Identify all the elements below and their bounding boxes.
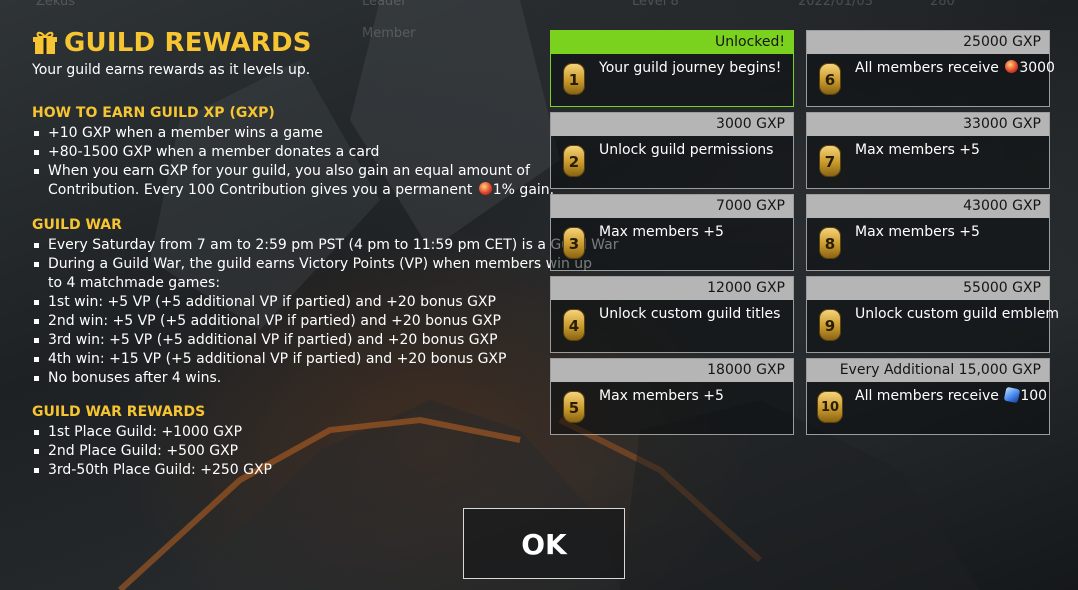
level-badge-icon: 3 xyxy=(563,227,585,259)
gift-icon xyxy=(33,31,57,54)
reward-card-header: Unlocked! xyxy=(551,31,793,54)
reward-card-level-6: 25000 GXP 6 All members receive 3000 xyxy=(806,30,1055,107)
reward-card-header: 33000 GXP xyxy=(807,113,1049,136)
reward-card-header: 12000 GXP xyxy=(551,277,793,300)
page-title: GUILD REWARDS xyxy=(64,28,312,58)
reward-description: Max members +5 xyxy=(855,224,980,240)
level-badge-icon: 7 xyxy=(819,145,841,177)
reward-card-level-7: 33000 GXP 7 Max members +5 xyxy=(806,112,1050,189)
list-item: 3rd-50th Place Guild: +250 GXP xyxy=(32,461,272,480)
reward-card-level-5: 18000 GXP 5 Max members +5 xyxy=(550,358,794,435)
reward-amount: 3000 xyxy=(1019,60,1055,76)
background-faded-text: Zekus xyxy=(36,0,76,9)
reward-description: Unlock custom guild emblem xyxy=(855,306,1059,322)
reward-card-header: 43000 GXP xyxy=(807,195,1049,218)
section-title-how-to-earn: HOW TO EARN GUILD XP (GXP) xyxy=(32,105,275,121)
section-title-guild-war: GUILD WAR xyxy=(32,217,122,233)
list-item: No bonuses after 4 wins. xyxy=(32,369,618,388)
list-item: When you earn GXP for your guild, you al… xyxy=(32,162,554,200)
guild-war-list: Every Saturday from 7 am to 2:59 pm PST … xyxy=(32,236,618,388)
list-item-text: 1% gain. xyxy=(492,182,555,198)
how-to-earn-list: +10 GXP when a member wins a game +80-15… xyxy=(32,124,554,200)
reward-card-header: 7000 GXP xyxy=(551,195,793,218)
level-badge-icon: 1 xyxy=(563,63,585,95)
list-item-text: During a Guild War, the guild earns Vict… xyxy=(48,256,593,272)
list-item: +80-1500 GXP when a member donates a car… xyxy=(32,143,554,162)
section-title-guild-war-rewards: GUILD WAR REWARDS xyxy=(32,404,206,420)
level-badge-icon: 4 xyxy=(563,309,585,341)
reward-description: Max members +5 xyxy=(599,388,724,404)
level-badge-icon: 6 xyxy=(819,63,841,95)
blue-crystal-icon xyxy=(1004,386,1021,404)
page-subtitle: Your guild earns rewards as it levels up… xyxy=(32,62,311,78)
list-item: +10 GXP when a member wins a game xyxy=(32,124,554,143)
background-faded-text: Level 8 xyxy=(632,0,679,9)
reward-card-header: 55000 GXP xyxy=(807,277,1049,300)
list-item: 1st Place Guild: +1000 GXP xyxy=(32,423,272,442)
reward-description: Unlock custom guild titles xyxy=(599,306,781,322)
reward-description: Unlock guild permissions xyxy=(599,142,774,158)
reward-text: All members receive xyxy=(855,60,999,76)
reward-description: Max members +5 xyxy=(855,142,980,158)
list-item: 3rd win: +5 VP (+5 additional VP if part… xyxy=(32,331,618,350)
red-gem-icon xyxy=(478,182,492,195)
reward-card-level-10: Every Additional 15,000 GXP 10 All membe… xyxy=(806,358,1050,435)
list-item-text: to 4 matchmade games: xyxy=(48,275,221,291)
reward-card-level-3: 7000 GXP 3 Max members +5 xyxy=(550,194,794,271)
reward-card-header: Every Additional 15,000 GXP xyxy=(807,359,1049,382)
level-badge-icon: 8 xyxy=(819,227,841,259)
level-badge-icon: 9 xyxy=(819,309,841,341)
background-faded-text: Leader xyxy=(362,0,407,9)
reward-card-header: 18000 GXP xyxy=(551,359,793,382)
reward-description: Your guild journey begins! xyxy=(599,60,782,76)
level-badge-icon: 2 xyxy=(563,145,585,177)
ok-button[interactable]: OK xyxy=(463,508,625,579)
reward-card-header: 3000 GXP xyxy=(551,113,793,136)
reward-text: All members receive xyxy=(855,388,999,404)
reward-description: All members receive 100 xyxy=(855,386,1048,404)
list-item: 2nd Place Guild: +500 GXP xyxy=(32,442,272,461)
reward-card-level-4: 12000 GXP 4 Unlock custom guild titles xyxy=(550,276,794,353)
background-faded-text: Member xyxy=(362,26,416,41)
reward-card-level-2: 3000 GXP 2 Unlock guild permissions xyxy=(550,112,794,189)
list-item-text: When you earn GXP for your guild, you al… xyxy=(48,163,530,179)
reward-description: Max members +5 xyxy=(599,224,724,240)
reward-card-level-9: 55000 GXP 9 Unlock custom guild emblem xyxy=(806,276,1059,353)
list-item: 1st win: +5 VP (+5 additional VP if part… xyxy=(32,293,618,312)
list-item: 4th win: +15 VP (+5 additional VP if par… xyxy=(32,350,618,369)
level-badge-icon: 5 xyxy=(563,391,585,423)
background-faded-text: 280 xyxy=(930,0,955,9)
background-faded-text: 2022/01/03 xyxy=(798,0,873,9)
reward-card-level-8: 43000 GXP 8 Max members +5 xyxy=(806,194,1050,271)
red-gem-icon xyxy=(1005,60,1019,73)
reward-card-header: 25000 GXP xyxy=(807,31,1049,54)
reward-description: All members receive 3000 xyxy=(855,60,1055,76)
guild-war-rewards-list: 1st Place Guild: +1000 GXP 2nd Place Gui… xyxy=(32,423,272,480)
reward-amount: 100 xyxy=(1020,388,1048,404)
header: GUILD REWARDS Your guild earns rewards a… xyxy=(32,28,312,78)
reward-card-level-1: Unlocked! 1 Your guild journey begins! xyxy=(550,30,794,107)
list-item: During a Guild War, the guild earns Vict… xyxy=(32,255,618,293)
list-item-text: Contribution. Every 100 Contribution giv… xyxy=(48,182,473,198)
list-item: 2nd win: +5 VP (+5 additional VP if part… xyxy=(32,312,618,331)
level-badge-icon: 10 xyxy=(817,391,843,423)
list-item: Every Saturday from 7 am to 2:59 pm PST … xyxy=(32,236,618,255)
